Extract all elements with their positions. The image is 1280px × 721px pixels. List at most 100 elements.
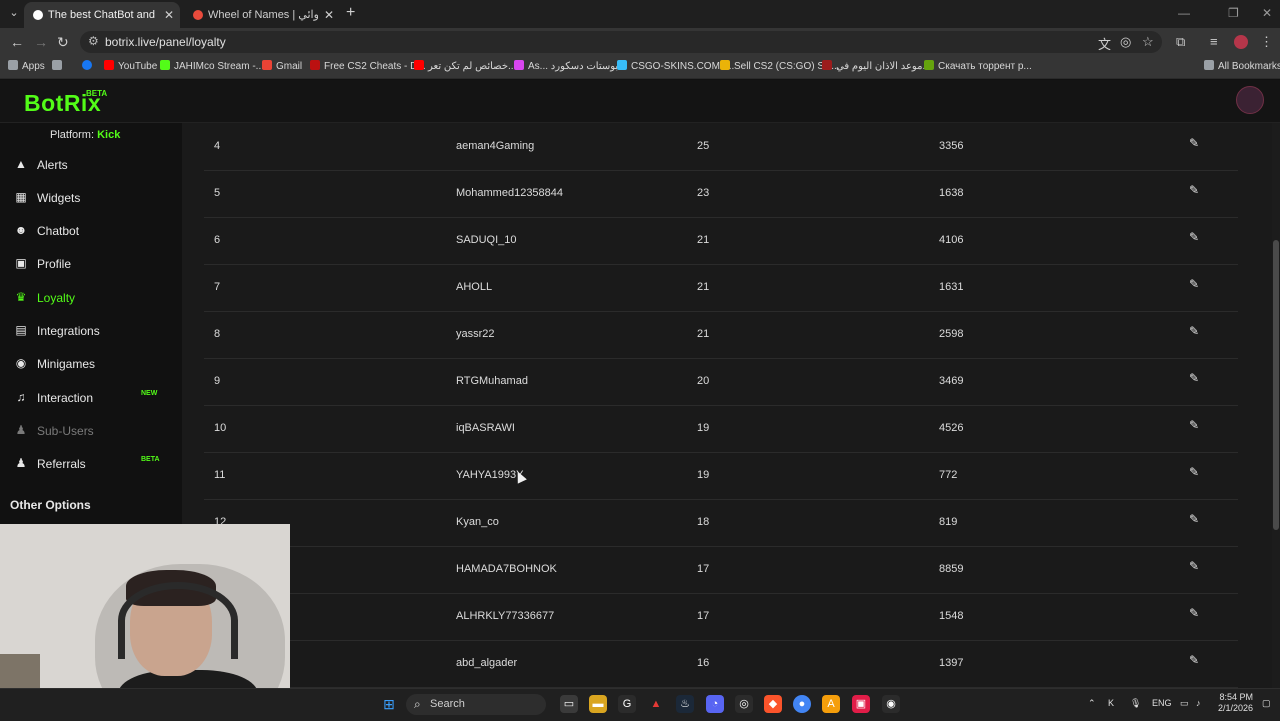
level-cell: 17 — [697, 610, 710, 622]
bookmark-csgo-skins[interactable]: CSGO-SKINS.COM -... — [617, 60, 734, 72]
sidebar-item-integrations[interactable]: ▤ Integrations — [10, 321, 170, 341]
scrollbar-thumb[interactable] — [1273, 240, 1279, 530]
points-cell: 3469 — [939, 375, 964, 387]
tab-botrix[interactable]: The best ChatBot and Widgets ✕ — [24, 2, 180, 28]
reload-icon[interactable]: ↻ — [57, 33, 69, 51]
tab-close-icon[interactable]: ✕ — [164, 2, 174, 28]
table-row: 10 iqBASRAWI 19 4526 ✎ — [204, 405, 1238, 453]
minimize-icon[interactable]: — — [1178, 6, 1190, 20]
edit-pencil-icon[interactable]: ✎ — [1187, 324, 1201, 338]
points-cell: 1397 — [939, 657, 964, 669]
youtube-icon — [414, 60, 424, 70]
bookmark-prayer-times[interactable]: موعد الاذان اليوم في... — [822, 60, 931, 72]
edit-pencil-icon[interactable]: ✎ — [1187, 136, 1201, 150]
system-clock[interactable]: 8:54 PM 2/1/2026 — [1218, 692, 1253, 714]
rank-cell: 11 — [214, 469, 226, 481]
windows-start-icon[interactable]: ⊞ — [380, 695, 398, 713]
sidebar-item-chatbot[interactable]: ☻ Chatbot — [10, 221, 170, 241]
edit-pencil-icon[interactable]: ✎ — [1187, 230, 1201, 244]
edit-pencil-icon[interactable]: ✎ — [1187, 371, 1201, 385]
clock-date: 2/1/2026 — [1218, 703, 1254, 713]
forward-icon[interactable]: → — [34, 33, 48, 51]
extensions-icon[interactable]: ⧉ — [1176, 34, 1185, 50]
tray-app-icon[interactable]: K — [1108, 698, 1114, 708]
bookmark-torrent[interactable]: Скачать торрент р... — [924, 60, 1032, 72]
sidebar-item-sub-users[interactable]: ♟ Sub-Users — [10, 421, 170, 441]
level-cell: 23 — [697, 187, 710, 199]
rank-cell: 5 — [214, 187, 221, 199]
browser-profile-avatar[interactable] — [1234, 35, 1248, 49]
sidebar-item-minigames[interactable]: ◉ Minigames — [10, 354, 170, 374]
app-icon[interactable]: ◎ — [735, 695, 753, 713]
edit-pencil-icon[interactable]: ✎ — [1187, 653, 1201, 667]
bookmark-gmail[interactable]: Gmail — [262, 60, 302, 72]
eye-off-icon[interactable]: ◎ — [1120, 34, 1131, 50]
bookmark-discord-posts[interactable]: As... بوستات دسكورد — [514, 60, 618, 72]
brave-icon[interactable]: ◆ — [764, 695, 782, 713]
bookmark-grid[interactable] — [52, 60, 66, 72]
menu-icon[interactable]: ⋮ — [1260, 34, 1273, 50]
new-tab-icon[interactable]: + — [346, 5, 355, 21]
bookmark-jahimco[interactable]: JAHIMco Stream -... — [160, 60, 264, 72]
table-row: 5 Mohammed12358844 23 1638 ✎ — [204, 170, 1238, 218]
volume-icon[interactable]: ♪ — [1196, 698, 1201, 708]
points-cell: 4106 — [939, 234, 964, 246]
sidebar-item-widgets[interactable]: ▦ Widgets — [10, 188, 170, 208]
network-icon[interactable]: ▭ — [1180, 698, 1189, 709]
integrations-icon: ▤ — [15, 323, 27, 337]
sidebar-item-alerts[interactable]: ▲ Alerts — [10, 155, 170, 175]
task-view-icon[interactable]: ▭ — [560, 695, 578, 713]
app-header — [0, 80, 1280, 123]
edit-pencil-icon[interactable]: ✎ — [1187, 418, 1201, 432]
bookmark-facebook[interactable] — [82, 60, 96, 72]
app-icon[interactable]: ▣ — [852, 695, 870, 713]
edit-pencil-icon[interactable]: ✎ — [1187, 183, 1201, 197]
steam-icon[interactable]: ♨ — [676, 695, 694, 713]
file-explorer-icon[interactable]: ▬ — [589, 695, 607, 713]
sidebar-item-profile[interactable]: ▣ Profile — [10, 254, 170, 274]
app-icon[interactable]: A — [822, 695, 840, 713]
tray-chevron-icon[interactable]: ⌃ — [1088, 698, 1096, 709]
microphone-icon[interactable]: 🎙 — [1130, 698, 1141, 709]
address-bar[interactable]: ⚙ botrix.live/panel/loyalty 文 ◎ ☆ — [80, 31, 1162, 53]
notifications-icon[interactable]: ▢ — [1262, 698, 1271, 709]
tab-wheel-of-names[interactable]: Wheel of Names | اسم العشوائي ✕ — [184, 2, 340, 28]
edit-pencil-icon[interactable]: ✎ — [1187, 606, 1201, 620]
g-hub-icon[interactable]: G — [618, 695, 636, 713]
bookmark-youtube[interactable]: YouTube — [104, 60, 157, 72]
maximize-icon[interactable]: ❐ — [1228, 6, 1239, 20]
widgets-icon: ▦ — [15, 190, 27, 204]
beta-badge: BETA — [86, 89, 108, 98]
folder-icon — [1204, 60, 1214, 70]
edit-pencil-icon[interactable]: ✎ — [1187, 277, 1201, 291]
rank-cell: 4 — [214, 140, 221, 152]
user-avatar[interactable] — [1236, 86, 1264, 114]
chrome-icon[interactable]: ● — [793, 695, 811, 713]
edit-pencil-icon[interactable]: ✎ — [1187, 559, 1201, 573]
media-icon[interactable]: ≡ — [1210, 34, 1218, 49]
tab-close-icon[interactable]: ✕ — [324, 2, 334, 28]
bookmark-star-icon[interactable]: ☆ — [1142, 34, 1154, 50]
discord-icon[interactable]: ◔ — [706, 695, 724, 713]
obs-icon[interactable]: ◉ — [882, 695, 900, 713]
rank-cell: 8 — [214, 328, 221, 340]
edit-pencil-icon[interactable]: ✎ — [1187, 465, 1201, 479]
level-cell: 19 — [697, 422, 710, 434]
bookmark-arabic-1[interactable]: خصائص لم تكن تعر... — [414, 60, 516, 72]
bookmark-apps[interactable]: Apps — [8, 60, 45, 72]
table-row: 6 SADUQI_10 21 4106 ✎ — [204, 217, 1238, 265]
translate-icon[interactable]: 文 — [1098, 34, 1111, 53]
close-window-icon[interactable]: ✕ — [1262, 6, 1272, 20]
bookmark-cs2-cheats[interactable]: Free CS2 Cheats - D... — [310, 60, 426, 72]
app-icon[interactable]: ▲ — [647, 695, 665, 713]
sidebar-item-loyalty[interactable]: ♛ Loyalty — [10, 288, 170, 308]
edit-pencil-icon[interactable]: ✎ — [1187, 512, 1201, 526]
language-indicator[interactable]: ENG — [1152, 698, 1172, 708]
site-info-icon[interactable]: ⚙ — [88, 34, 99, 48]
table-row: 9 RTGMuhamad 20 3469 ✎ — [204, 358, 1238, 406]
gamepad-icon: ◉ — [15, 356, 27, 370]
back-icon[interactable]: ← — [10, 33, 24, 51]
all-bookmarks[interactable]: All Bookmarks — [1204, 60, 1280, 72]
taskbar-search[interactable]: ⌕ Search — [406, 694, 546, 715]
tab-search-icon[interactable]: ⌄ — [6, 5, 22, 21]
